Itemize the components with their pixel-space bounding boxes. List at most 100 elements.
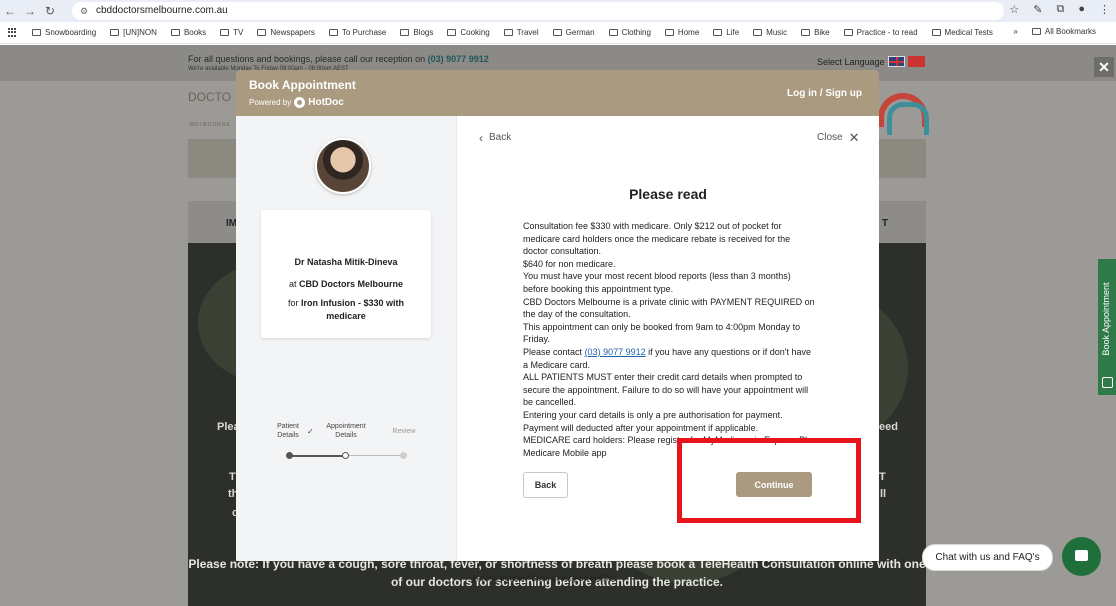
back-link[interactable]: ‹ Back	[479, 132, 511, 144]
nav-item-right[interactable]: T	[882, 218, 888, 229]
reload-icon[interactable]: ↻	[40, 4, 60, 18]
close-overlay-icon[interactable]: ✕	[1094, 57, 1114, 77]
folder-icon	[220, 29, 230, 36]
folder-icon	[257, 29, 267, 36]
bookmark-folder[interactable]: [UN]NON	[110, 28, 157, 37]
china-flag-icon[interactable]	[907, 56, 925, 67]
close-link[interactable]: Close ✕	[817, 129, 860, 145]
folder-icon	[801, 29, 811, 36]
clinic-name: CBD Doctors Melbourne	[299, 279, 404, 289]
step-dot-complete	[286, 452, 293, 459]
bookmark-folder[interactable]: Books	[170, 28, 206, 37]
login-signup-link[interactable]: Log in / Sign up	[787, 88, 862, 99]
close-icon: ✕	[848, 129, 860, 145]
bookmark-folder[interactable]: Bike	[801, 28, 830, 37]
hero-text-fragment: T	[229, 471, 236, 483]
address-bar[interactable]: ⚙ cbddoctorsmelbourne.com.au	[72, 2, 1004, 20]
folder-icon	[503, 29, 513, 36]
rainbow-logo-icon	[878, 93, 929, 135]
clinic-line: at CBD Doctors Melbourne	[288, 279, 404, 289]
bookmark-folder[interactable]: Travel	[503, 28, 539, 37]
more-bookmarks-button[interactable]: »	[1013, 27, 1017, 36]
folder-icon	[32, 29, 41, 36]
chat-button[interactable]	[1062, 537, 1101, 576]
terms-paragraph: $640 for non medicare.	[523, 258, 616, 269]
folder-icon	[608, 29, 618, 36]
book-appointment-side-tab[interactable]: Book Appointment	[1098, 259, 1116, 395]
bookmark-folder[interactable]: TV	[220, 28, 243, 37]
service-line: for Iron Infusion - $330 with medicare	[287, 298, 405, 321]
forward-arrow-icon[interactable]: →	[20, 4, 40, 18]
bookmark-folder[interactable]: Music	[753, 28, 787, 37]
terms-text: Consultation fee $330 with medicare. Onl…	[523, 220, 817, 462]
language-selector[interactable]: Select Language	[817, 56, 925, 67]
all-bookmarks-folder[interactable]: All Bookmarks	[1031, 27, 1096, 36]
extensions-icon[interactable]: ⧉	[1056, 3, 1064, 16]
hotdoc-direct-link[interactable]: Having trouble? Book directly on HotDoc	[473, 574, 617, 583]
step-dot-pending	[400, 452, 407, 459]
clinic-logo-subtitle: MELBOURNE	[190, 122, 231, 128]
uk-flag-icon[interactable]	[887, 56, 905, 67]
menu-icon[interactable]: ⋮	[1099, 3, 1110, 16]
terms-paragraph: CBD Doctors Melbourne is a private clini…	[523, 296, 815, 320]
highlight-annotation	[677, 438, 861, 523]
profile-icon[interactable]: ●	[1078, 3, 1085, 16]
please-read-heading: Please read	[629, 186, 707, 202]
back-arrow-icon[interactable]: ←	[0, 4, 20, 18]
extension-pen-icon[interactable]: ✎	[1033, 3, 1042, 16]
folder-icon	[931, 29, 941, 36]
phone-link[interactable]: (03) 9077 9912	[585, 347, 646, 357]
powered-by: Powered by HotDoc	[249, 97, 344, 108]
folder-icon	[753, 29, 763, 36]
modal-header: Book Appointment Powered by HotDoc Log i…	[236, 70, 879, 116]
hero-text-fragment: ll	[880, 488, 887, 500]
folder-icon	[170, 29, 180, 36]
bookmark-folder[interactable]: Life	[713, 28, 739, 37]
step-dot-current	[342, 452, 349, 459]
doctor-name: Dr Natasha Mitik-Dineva	[294, 257, 398, 267]
terms-paragraph: Entering your card details is only a pre…	[523, 409, 783, 433]
terms-paragraph: Consultation fee $330 with medicare. Onl…	[523, 221, 791, 257]
calendar-icon	[1102, 377, 1113, 388]
chat-faq-bubble[interactable]: Chat with us and FAQ's	[922, 544, 1053, 571]
site-info-icon[interactable]: ⚙	[80, 2, 88, 20]
doctor-card: Dr Natasha Mitik-Dineva at CBD Doctors M…	[261, 210, 431, 338]
terms-paragraph: This appointment can only be booked from…	[523, 321, 801, 345]
bookmark-folder[interactable]: Snowboarding	[32, 28, 96, 37]
reception-phone-link[interactable]: (03) 9077 9912	[428, 54, 489, 64]
bookmark-folder[interactable]: Home	[664, 28, 699, 37]
reception-call: For all questions and bookings, please c…	[188, 54, 489, 64]
folder-icon	[328, 29, 338, 36]
folder-icon	[713, 29, 723, 36]
browser-toolbar: ← → ↻ ⚙ cbddoctorsmelbourne.com.au ☆ ✎ ⧉…	[0, 0, 1116, 22]
step-label-appointment: Appointment Details	[326, 423, 366, 439]
bookmark-folder[interactable]: Blogs	[400, 28, 433, 37]
terms-paragraph: You must have your most recent blood rep…	[523, 271, 791, 294]
step-label-review: Review	[392, 428, 416, 435]
url-text: cbddoctorsmelbourne.com.au	[96, 5, 228, 16]
terms-paragraph: ALL PATIENTS MUST enter their credit car…	[523, 372, 809, 408]
bookmark-folder[interactable]: German	[552, 28, 595, 37]
bookmark-folder[interactable]: Newspapers	[257, 28, 315, 37]
browser-actions: ☆ ✎ ⧉ ● ⋮	[1009, 3, 1110, 16]
bookmark-folder[interactable]: Practice - to read	[843, 28, 918, 37]
folder-icon	[1031, 28, 1041, 35]
folder-icon	[843, 29, 853, 36]
back-button[interactable]: Back	[523, 472, 568, 498]
folder-icon	[110, 29, 120, 36]
bookmark-folder[interactable]: Medical Tests	[931, 28, 993, 37]
bookmark-star-icon[interactable]: ☆	[1009, 3, 1019, 16]
bookmark-folder[interactable]: To Purchase	[328, 28, 386, 37]
bookmarks-overflow: » All Bookmarks	[1013, 27, 1110, 36]
hotdoc-logo-icon	[294, 97, 306, 108]
folder-icon	[447, 29, 457, 36]
hero-text-fragment: eed	[879, 421, 898, 433]
bookmarks-bar: Snowboarding [UN]NON Books TV Newspapers…	[0, 22, 1116, 44]
hotdoc-brand: HotDoc	[308, 97, 344, 108]
apps-grid-icon[interactable]	[8, 27, 18, 38]
progress-fill	[289, 455, 346, 457]
bookmark-folder[interactable]: Cooking	[447, 28, 490, 37]
terms-paragraph-contact: Please contact (03) 9077 9912 if you hav…	[523, 346, 811, 370]
bookmark-folder[interactable]: Clothing	[608, 28, 651, 37]
modal-title: Book Appointment	[249, 78, 356, 92]
